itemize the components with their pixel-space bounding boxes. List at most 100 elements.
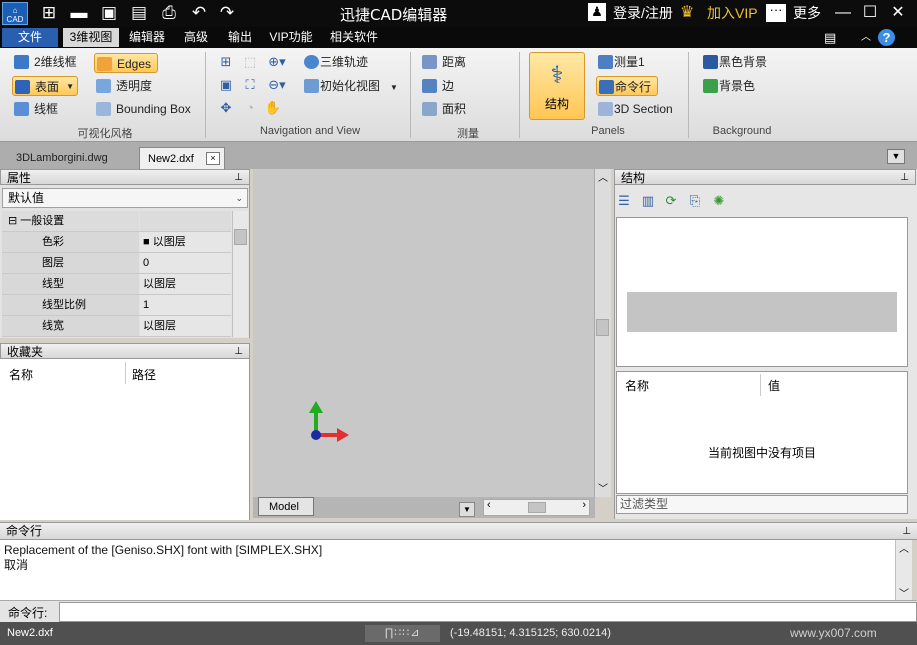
scroll-up-icon[interactable]: ︿ <box>598 169 608 184</box>
refresh-icon[interactable]: ⟳ <box>662 192 680 210</box>
expand-all-icon[interactable]: ☰ <box>615 192 633 210</box>
wireframe-button[interactable]: 线框 <box>12 99 58 119</box>
save-as-icon[interactable]: ▤ <box>128 3 150 23</box>
pan-grid-icon[interactable]: ⊞ <box>217 53 235 71</box>
model-tab[interactable]: Model <box>258 497 314 516</box>
scroll-up-icon[interactable]: ︿ <box>899 540 909 555</box>
structure-tree[interactable] <box>616 217 908 367</box>
horizontal-scrollbar[interactable]: ‹ › <box>483 499 590 516</box>
edges-button[interactable]: Edges <box>94 53 159 73</box>
distance-button[interactable]: 距离 <box>420 52 466 72</box>
command-line-button[interactable]: 命令行 <box>596 76 659 96</box>
print-icon[interactable]: ⎙ <box>158 3 180 23</box>
scroll-down-icon[interactable]: ﹀ <box>598 480 608 495</box>
scroll-thumb[interactable] <box>596 319 609 336</box>
vip-link[interactable]: 加入VIP <box>707 3 758 23</box>
property-row[interactable]: 色彩 ■ 以图层 <box>2 232 231 253</box>
wireframe-2d-button[interactable]: 2维线框 <box>12 52 77 72</box>
tab-related-software[interactable]: 相关软件 <box>324 28 384 47</box>
zoom-extents-icon[interactable]: ⛶ <box>241 76 259 94</box>
pin-icon[interactable]: ⊥ <box>234 170 243 186</box>
window-title: 迅捷CAD编辑器 <box>340 6 448 24</box>
layout-dropdown[interactable]: ▼ <box>459 502 475 517</box>
undo-icon[interactable]: ↶ <box>188 3 210 23</box>
settings-icon[interactable]: ✺ <box>710 192 728 210</box>
pin-icon[interactable]: ⊥ <box>234 344 243 360</box>
command-line-header: 命令行 ⊥ <box>0 522 917 540</box>
initial-view-dropdown[interactable]: 初始化视图 ▼ <box>302 76 398 96</box>
scroll-thumb[interactable] <box>528 502 546 513</box>
user-icon[interactable]: ♟ <box>588 3 606 21</box>
menu-file[interactable]: 文件 <box>2 28 58 47</box>
doc-tab-3dlamborgini[interactable]: 3DLamborgini.dwg <box>8 147 136 169</box>
open-folder-icon[interactable]: ▬ <box>68 3 90 23</box>
properties-combo[interactable]: 默认值 ⌄ <box>2 188 248 208</box>
measure1-button[interactable]: 测量1 <box>596 52 645 72</box>
scroll-down-icon[interactable]: ﹀ <box>899 585 909 600</box>
redo-icon[interactable]: ↷ <box>216 3 238 23</box>
property-row[interactable]: 图层 0 <box>2 253 231 274</box>
pin-icon[interactable]: ⊥ <box>902 523 911 540</box>
snap-tools[interactable]: ∏∷∷⊿ <box>365 625 440 642</box>
scroll-thumb[interactable] <box>234 229 247 245</box>
viewport-vertical-scrollbar[interactable]: ︿ ﹀ <box>594 169 611 497</box>
structure-col-name[interactable]: 名称 <box>625 377 649 394</box>
command-scrollbar[interactable]: ︿ ﹀ <box>895 540 912 600</box>
view-cube-icon[interactable]: ▣ <box>217 76 235 94</box>
close-icon[interactable]: × <box>206 152 220 165</box>
properties-scrollbar[interactable] <box>232 211 248 337</box>
tab-output[interactable]: 输出 <box>222 28 258 47</box>
help-icon[interactable]: ? <box>878 29 895 46</box>
property-row[interactable]: 线型比例 1 <box>2 295 231 316</box>
look-icon[interactable]: ◔ <box>241 99 259 117</box>
hand-pan-icon[interactable]: ✋ <box>264 99 282 117</box>
orbit-icon[interactable]: ✥ <box>217 99 235 117</box>
orbit-3d-button[interactable]: 三维轨迹 <box>302 52 368 72</box>
tab-advanced[interactable]: 高级 <box>178 28 214 47</box>
more-dots-icon[interactable]: ··· <box>766 3 786 22</box>
login-link[interactable]: 登录/注册 <box>613 3 673 23</box>
command-input[interactable] <box>59 602 917 622</box>
favorites-col-name[interactable]: 名称 <box>9 366 33 383</box>
black-background-button[interactable]: 黑色背景 <box>701 52 767 72</box>
close-button[interactable]: ✕ <box>889 3 907 23</box>
maximize-button[interactable]: ☐ <box>861 3 879 23</box>
status-bar: New2.dxf ∏∷∷⊿ (-19.48151; 4.315125; 630.… <box>0 622 917 645</box>
tab-3d-view[interactable]: 3维视图 <box>63 28 119 47</box>
window-layout-icon[interactable]: ▤ <box>824 29 836 46</box>
more-link[interactable]: 更多 <box>793 3 821 23</box>
transparency-button[interactable]: 透明度 <box>94 76 152 96</box>
property-row[interactable]: 线型 以图层 <box>2 274 231 295</box>
zoom-out-icon[interactable]: ⊖▾ <box>268 76 286 94</box>
export-icon[interactable]: ⎘ <box>686 192 704 210</box>
pin-icon[interactable]: ⊥ <box>900 170 909 186</box>
background-color-button[interactable]: 背景色 <box>701 76 755 96</box>
scroll-right-icon[interactable]: › <box>582 499 586 511</box>
zoom-in-icon[interactable]: ⊕▾ <box>268 53 286 71</box>
section-3d-button[interactable]: 3D Section <box>596 99 673 119</box>
zoom-window-icon[interactable]: ⬚ <box>241 53 259 71</box>
doc-tab-new2[interactable]: New2.dxf × <box>139 147 225 169</box>
edge-button[interactable]: 边 <box>420 76 454 96</box>
new-icon[interactable]: ⊞ <box>38 3 60 23</box>
tab-vip[interactable]: VIP功能 <box>266 28 316 47</box>
filter-type-input[interactable]: 过滤类型 <box>616 495 908 514</box>
property-row[interactable]: 线宽 以图层 <box>2 316 231 337</box>
columns-icon[interactable]: ▥ <box>639 192 657 210</box>
minimize-button[interactable]: — <box>834 3 852 23</box>
collapse-icon[interactable]: ⊟ <box>8 215 17 227</box>
tab-list-dropdown[interactable]: ▼ <box>887 149 905 164</box>
drawing-viewport[interactable] <box>253 169 595 518</box>
structure-button[interactable]: ⚕ 结构 <box>529 52 585 120</box>
surface-dropdown[interactable]: 表面 ▼ <box>12 76 78 96</box>
favorites-col-path[interactable]: 路径 <box>132 366 156 383</box>
save-icon[interactable]: ▣ <box>98 3 120 23</box>
scroll-left-icon[interactable]: ‹ <box>487 499 491 511</box>
tab-editor[interactable]: 编辑器 <box>124 28 170 47</box>
collapse-ribbon-icon[interactable]: ︿ <box>861 29 871 46</box>
command-output-line: Replacement of the [Geniso.SHX] font wit… <box>4 543 323 557</box>
structure-col-value[interactable]: 值 <box>768 377 780 394</box>
area-button[interactable]: 面积 <box>420 99 466 119</box>
property-group-general[interactable]: ⊟ 一般设置 <box>2 211 231 232</box>
bounding-box-button[interactable]: Bounding Box <box>94 99 191 119</box>
